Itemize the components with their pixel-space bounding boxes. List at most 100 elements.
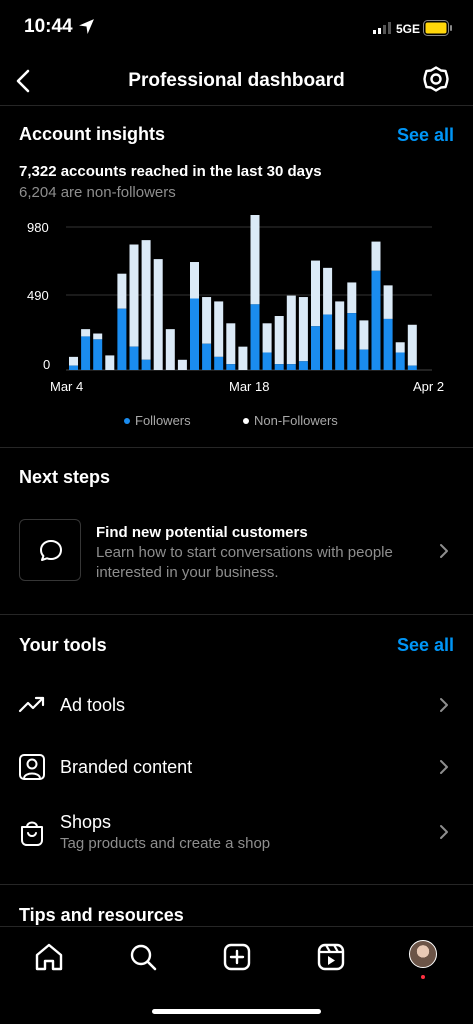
your-tools-title: Your tools xyxy=(19,635,107,655)
bar-non-followers xyxy=(69,356,78,366)
chevron-right-icon xyxy=(440,544,448,558)
bar-followers xyxy=(395,352,405,370)
profile-avatar[interactable] xyxy=(409,940,437,968)
bar-followers xyxy=(347,313,357,370)
account-insights-title: Account insights xyxy=(19,124,166,144)
x-tick-label: Mar 18 xyxy=(229,379,269,394)
reach-bar-chart[interactable]: 980 490 0 Mar 4 Mar 18 Apr 2 xyxy=(0,215,473,400)
legend-non-followers: Non-Followers xyxy=(243,413,338,428)
bar-followers xyxy=(93,339,103,370)
bar-non-followers xyxy=(214,301,224,357)
y-tick-label: 490 xyxy=(27,288,49,303)
accounts-reached-text: 7,322 accounts reached in the last 30 da… xyxy=(19,163,322,180)
bar-followers xyxy=(371,270,381,370)
location-arrow-icon xyxy=(79,19,94,34)
y-tick-label: 0 xyxy=(43,357,50,372)
bar-non-followers xyxy=(177,359,187,370)
bar-followers xyxy=(383,318,393,370)
bar-followers xyxy=(214,356,224,370)
settings-gear-icon[interactable] xyxy=(422,65,450,93)
signal-icon xyxy=(373,22,391,34)
shopping-bag-icon xyxy=(21,821,43,846)
bar-non-followers xyxy=(323,267,333,315)
bar-non-followers xyxy=(371,241,381,271)
top-header: Professional dashboard xyxy=(0,56,473,106)
network-type: 5GE xyxy=(396,22,421,36)
card-title: Find new potential customers xyxy=(96,524,308,541)
tool-subtitle: Tag products and create a shop xyxy=(60,835,271,852)
status-bar: 10:44 5GE xyxy=(0,0,473,56)
battery-icon xyxy=(423,20,452,36)
tips-title: Tips and resources xyxy=(19,905,184,925)
bar-followers xyxy=(250,304,260,370)
chevron-right-icon xyxy=(440,698,448,712)
bar-non-followers xyxy=(190,262,199,299)
card-description: Learn how to start conversations with pe… xyxy=(96,544,393,581)
bar-followers xyxy=(311,326,320,370)
bar-followers xyxy=(335,349,345,370)
y-tick-label: 980 xyxy=(27,220,49,235)
bar-non-followers xyxy=(395,342,405,353)
tool-label: Branded content xyxy=(60,757,193,777)
legend-followers: Followers xyxy=(124,413,191,428)
bar-followers xyxy=(262,352,272,370)
tools-see-all-link[interactable]: See all xyxy=(397,635,454,656)
bar-non-followers xyxy=(298,297,308,362)
bar-followers xyxy=(407,365,417,370)
status-time: 10:44 xyxy=(24,16,73,37)
reels-icon[interactable] xyxy=(315,941,347,973)
bar-followers xyxy=(69,365,78,370)
tool-label: Ad tools xyxy=(60,695,126,715)
bar-non-followers xyxy=(153,259,163,370)
page-title: Professional dashboard xyxy=(128,70,345,91)
card-icon-box xyxy=(19,519,81,581)
trending-up-icon xyxy=(18,696,45,713)
bar-non-followers xyxy=(262,323,272,353)
bar-non-followers xyxy=(383,285,393,319)
bar-non-followers xyxy=(129,244,139,347)
divider xyxy=(0,884,473,885)
bar-non-followers xyxy=(407,324,417,366)
bar-non-followers xyxy=(141,240,151,360)
legend-dot xyxy=(124,417,130,424)
legend-label: Non-Followers xyxy=(254,413,338,428)
search-icon[interactable] xyxy=(127,941,159,973)
x-tick-label: Apr 2 xyxy=(413,379,444,394)
bar-non-followers xyxy=(81,329,91,337)
bar-non-followers xyxy=(93,333,103,340)
bar-non-followers xyxy=(238,346,248,370)
bar-followers xyxy=(226,364,236,370)
legend-dot xyxy=(243,417,249,424)
home-icon[interactable] xyxy=(33,941,65,973)
bar-non-followers xyxy=(226,323,236,365)
bar-followers xyxy=(274,364,284,370)
bar-non-followers xyxy=(286,295,296,365)
bar-followers xyxy=(298,361,308,370)
bar-non-followers xyxy=(250,215,260,305)
divider xyxy=(0,614,473,615)
bar-followers xyxy=(190,298,199,370)
bar-non-followers xyxy=(117,273,127,309)
divider xyxy=(0,447,473,448)
create-icon[interactable] xyxy=(221,941,253,973)
bar-followers xyxy=(141,359,151,370)
bar-non-followers xyxy=(165,329,175,370)
bar-followers xyxy=(286,364,296,370)
bar-non-followers xyxy=(359,320,369,350)
bar-non-followers xyxy=(335,301,345,350)
next-steps-title: Next steps xyxy=(19,467,111,487)
bar-followers xyxy=(129,346,139,370)
person-badge-icon xyxy=(19,754,45,780)
chevron-right-icon xyxy=(440,825,448,839)
legend-label: Followers xyxy=(135,413,191,428)
bar-followers xyxy=(202,343,212,370)
bar-non-followers xyxy=(202,297,212,344)
x-tick-label: Mar 4 xyxy=(50,379,83,394)
tool-label: Shops xyxy=(60,812,112,832)
bar-non-followers xyxy=(347,282,357,314)
chevron-right-icon xyxy=(440,760,448,774)
home-indicator xyxy=(152,1009,321,1014)
bar-followers xyxy=(117,308,127,370)
insights-see-all-link[interactable]: See all xyxy=(397,125,454,146)
non-followers-text: 6,204 are non-followers xyxy=(19,184,176,201)
